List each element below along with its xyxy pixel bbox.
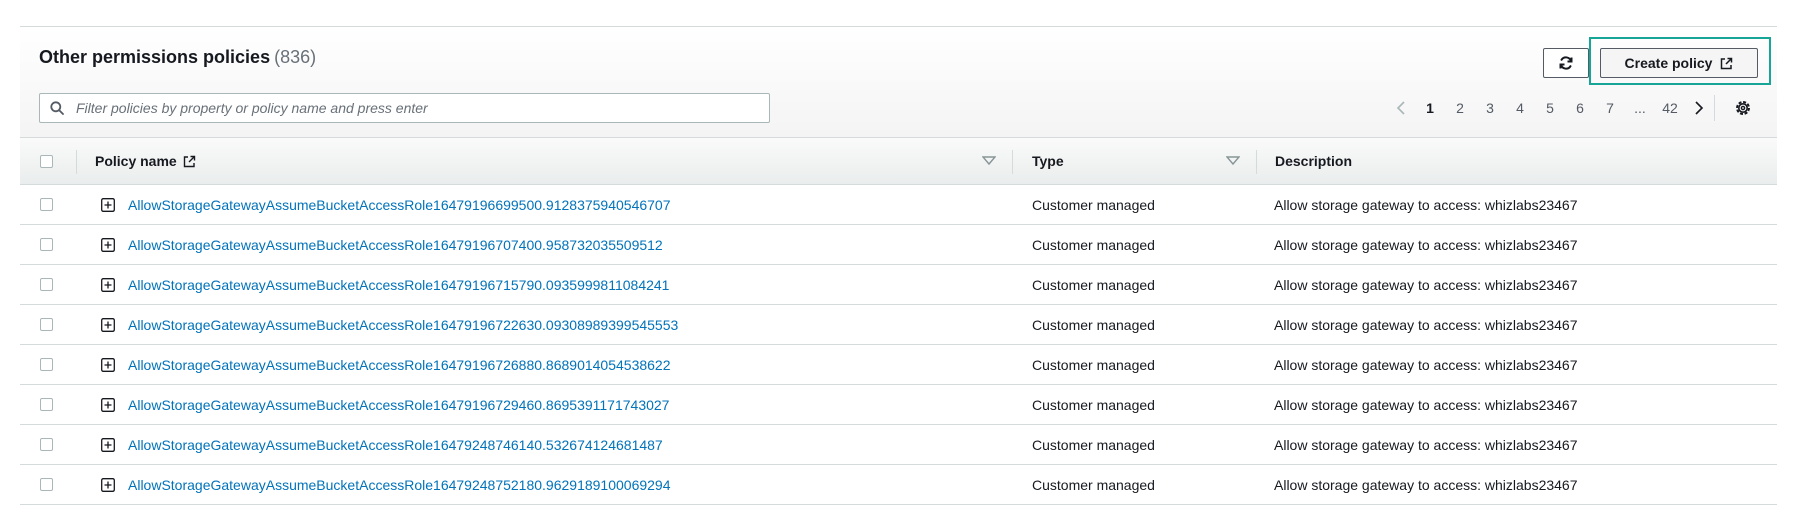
column-divider — [1256, 150, 1257, 174]
policy-description: Allow storage gateway to access: whizlab… — [1274, 237, 1578, 253]
table-row: AllowStorageGatewayAssumeBucketAccessRol… — [20, 345, 1777, 385]
chevron-left-icon — [1396, 101, 1405, 115]
row-checkbox[interactable] — [40, 198, 53, 211]
create-policy-button[interactable]: Create policy — [1600, 48, 1758, 78]
policy-filter[interactable] — [39, 93, 770, 123]
policy-type: Customer managed — [1032, 237, 1155, 253]
table-header: Policy name Type Description — [20, 137, 1777, 185]
row-checkbox[interactable] — [40, 278, 53, 291]
column-divider — [1012, 150, 1013, 174]
expand-icon[interactable] — [101, 438, 115, 452]
policy-name-link[interactable]: AllowStorageGatewayAssumeBucketAccessRol… — [128, 237, 663, 253]
table-row: AllowStorageGatewayAssumeBucketAccessRol… — [20, 265, 1777, 305]
policy-description: Allow storage gateway to access: whizlab… — [1274, 317, 1578, 333]
table-row: AllowStorageGatewayAssumeBucketAccessRol… — [20, 425, 1777, 465]
page-2[interactable]: 2 — [1445, 100, 1475, 116]
policy-name-link[interactable]: AllowStorageGatewayAssumeBucketAccessRol… — [128, 437, 663, 453]
policy-type: Customer managed — [1032, 397, 1155, 413]
expand-icon[interactable] — [101, 358, 115, 372]
pagination: 1 2 3 4 5 6 7 ... 42 — [1387, 95, 1713, 121]
select-all-cell — [40, 138, 53, 184]
row-checkbox[interactable] — [40, 438, 53, 451]
type-header-label: Type — [1032, 153, 1064, 169]
table-row: AllowStorageGatewayAssumeBucketAccessRol… — [20, 225, 1777, 265]
policy-description: Allow storage gateway to access: whizlab… — [1274, 437, 1578, 453]
policy-type: Customer managed — [1032, 317, 1155, 333]
policy-type: Customer managed — [1032, 477, 1155, 493]
table-row: AllowStorageGatewayAssumeBucketAccessRol… — [20, 465, 1777, 505]
preferences-button[interactable] — [1732, 97, 1754, 119]
row-checkbox[interactable] — [40, 478, 53, 491]
row-checkbox[interactable] — [40, 318, 53, 331]
refresh-button[interactable] — [1543, 48, 1589, 78]
policy-table-body: AllowStorageGatewayAssumeBucketAccessRol… — [20, 185, 1777, 505]
pagination-divider — [1714, 95, 1715, 121]
policy-type: Customer managed — [1032, 357, 1155, 373]
select-all-checkbox[interactable] — [40, 154, 53, 168]
expand-icon[interactable] — [101, 198, 115, 212]
policies-panel: Other permissions policies (836) Create p… — [20, 26, 1777, 512]
external-link-icon — [1721, 57, 1733, 69]
panel-title: Other permissions policies (836) — [39, 47, 316, 68]
table-row: AllowStorageGatewayAssumeBucketAccessRol… — [20, 385, 1777, 425]
external-link-icon — [183, 155, 195, 167]
column-header-policy-name[interactable]: Policy name — [95, 138, 196, 184]
page-5[interactable]: 5 — [1535, 100, 1565, 116]
sort-policy-name-icon[interactable] — [982, 156, 996, 166]
expand-icon[interactable] — [101, 278, 115, 292]
previous-page-button[interactable] — [1387, 100, 1415, 116]
policy-count: (836) — [274, 47, 317, 67]
expand-icon[interactable] — [101, 478, 115, 492]
policy-name-link[interactable]: AllowStorageGatewayAssumeBucketAccessRol… — [128, 277, 669, 293]
filter-input[interactable] — [74, 99, 769, 117]
policy-type: Customer managed — [1032, 197, 1155, 213]
policy-description: Allow storage gateway to access: whizlab… — [1274, 277, 1578, 293]
expand-icon[interactable] — [101, 318, 115, 332]
create-policy-label: Create policy — [1624, 55, 1713, 71]
policy-name-link[interactable]: AllowStorageGatewayAssumeBucketAccessRol… — [128, 397, 669, 413]
policy-description: Allow storage gateway to access: whizlab… — [1274, 397, 1578, 413]
panel-header: Other permissions policies (836) Create p… — [20, 27, 1777, 137]
policy-description: Allow storage gateway to access: whizlab… — [1274, 357, 1578, 373]
sort-type-icon[interactable] — [1226, 156, 1240, 166]
page-42[interactable]: 42 — [1655, 100, 1685, 116]
page-ellipsis: ... — [1634, 100, 1646, 116]
policy-name-link[interactable]: AllowStorageGatewayAssumeBucketAccessRol… — [128, 317, 678, 333]
row-checkbox[interactable] — [40, 398, 53, 411]
policy-name-link[interactable]: AllowStorageGatewayAssumeBucketAccessRol… — [128, 477, 671, 493]
description-header-label: Description — [1275, 153, 1353, 169]
panel-title-text: Other permissions policies — [39, 47, 271, 67]
column-divider — [76, 150, 77, 174]
page-4[interactable]: 4 — [1505, 100, 1535, 116]
table-row: AllowStorageGatewayAssumeBucketAccessRol… — [20, 185, 1777, 225]
page-1[interactable]: 1 — [1415, 100, 1445, 116]
policy-name-header-label: Policy name — [95, 153, 177, 169]
gear-icon — [1736, 101, 1750, 115]
search-icon — [40, 101, 74, 115]
page-6[interactable]: 6 — [1565, 100, 1595, 116]
expand-icon[interactable] — [101, 238, 115, 252]
policy-name-link[interactable]: AllowStorageGatewayAssumeBucketAccessRol… — [128, 357, 671, 373]
row-checkbox[interactable] — [40, 238, 53, 251]
page-7[interactable]: 7 — [1595, 100, 1625, 116]
chevron-right-icon — [1695, 101, 1704, 115]
next-page-button[interactable] — [1685, 100, 1713, 116]
table-row: AllowStorageGatewayAssumeBucketAccessRol… — [20, 305, 1777, 345]
policy-type: Customer managed — [1032, 277, 1155, 293]
policy-type: Customer managed — [1032, 437, 1155, 453]
refresh-icon — [1559, 56, 1573, 70]
policy-description: Allow storage gateway to access: whizlab… — [1274, 197, 1578, 213]
policy-description: Allow storage gateway to access: whizlab… — [1274, 477, 1578, 493]
policy-name-link[interactable]: AllowStorageGatewayAssumeBucketAccessRol… — [128, 197, 671, 213]
expand-icon[interactable] — [101, 398, 115, 412]
row-checkbox[interactable] — [40, 358, 53, 371]
column-header-type[interactable]: Type — [1032, 138, 1064, 184]
page-3[interactable]: 3 — [1475, 100, 1505, 116]
column-header-description: Description — [1275, 138, 1352, 184]
